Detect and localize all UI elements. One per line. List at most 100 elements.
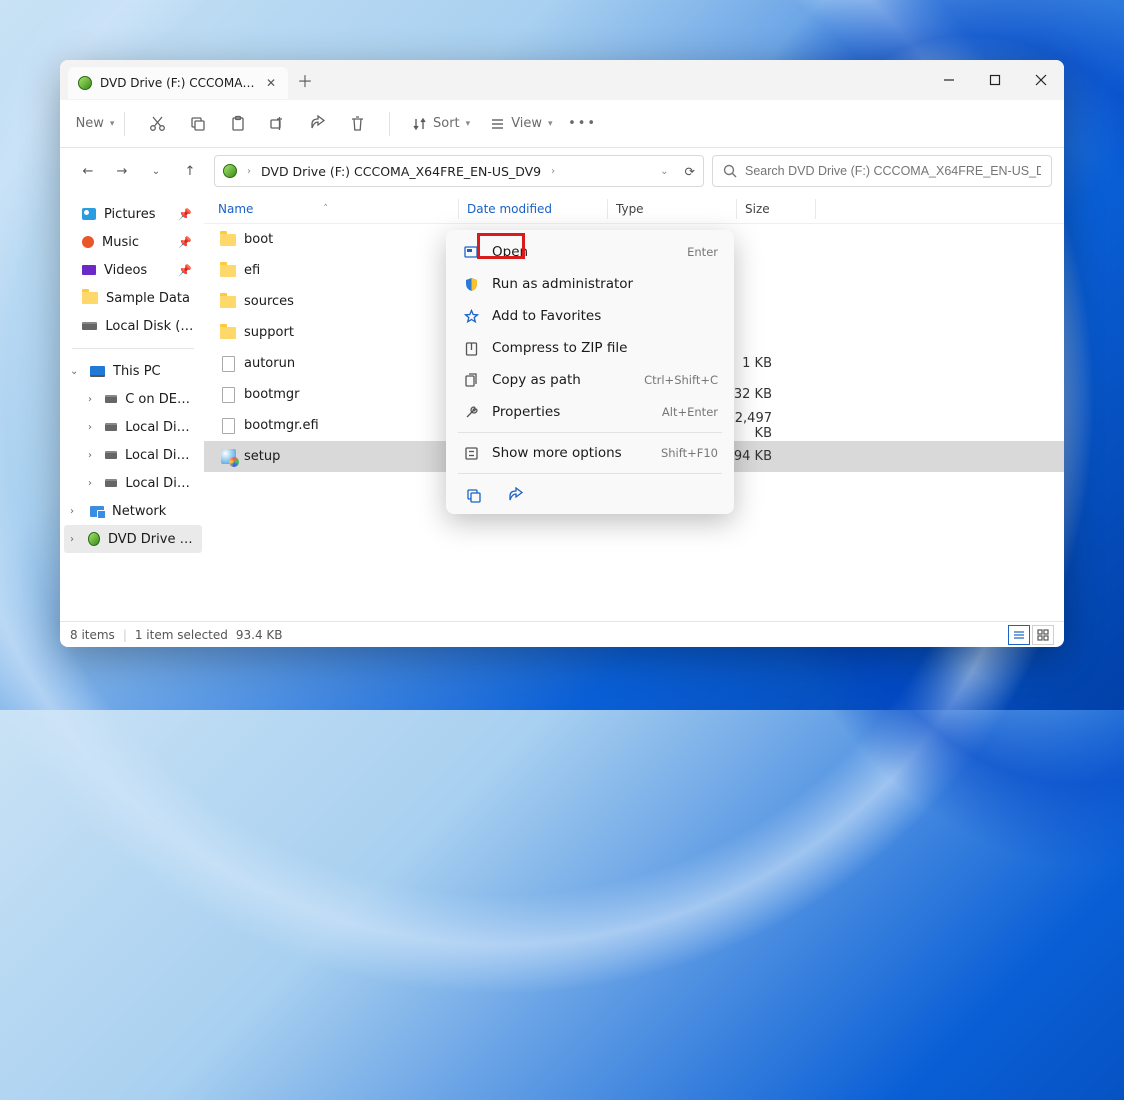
chevron-down-icon: ▾ (110, 119, 115, 129)
column-size[interactable]: Size (745, 202, 815, 216)
address-segment[interactable]: DVD Drive (F:) CCCOMA_X64FRE_EN-US_DV9 (261, 164, 541, 179)
nav-drive-e[interactable]: ›Local Disk (E:) (64, 469, 202, 497)
address-dropdown-icon[interactable]: ⌄ (660, 166, 668, 177)
share-icon (309, 115, 326, 132)
ctx-favorites[interactable]: Add to Favorites (452, 300, 728, 332)
tab-title: DVD Drive (F:) CCCOMA_X64F (100, 76, 256, 90)
close-tab-icon[interactable]: ✕ (264, 76, 278, 90)
new-tab-button[interactable]: ＋ (288, 68, 322, 92)
refresh-button[interactable]: ⟳ (685, 164, 695, 179)
ctx-compress[interactable]: Compress to ZIP file (452, 332, 728, 364)
nav-item-pictures[interactable]: Pictures📌 (64, 200, 202, 228)
file-name: support (238, 325, 456, 340)
status-size: 93.4 KB (236, 628, 283, 642)
shield-icon (462, 277, 480, 292)
open-icon (462, 244, 480, 260)
sort-icon (412, 116, 427, 131)
ctx-props-label: Properties (492, 404, 650, 420)
paste-button[interactable] (219, 106, 255, 142)
disc-icon (88, 532, 100, 546)
ctx-copy-button[interactable] (462, 484, 484, 506)
file-icon (218, 356, 238, 372)
nav-item-dvd[interactable]: ›DVD Drive (F:) C (64, 525, 202, 553)
network-icon (90, 506, 104, 517)
thumbnails-view-button[interactable] (1032, 625, 1054, 645)
separator (124, 112, 125, 136)
ctx-zip-label: Compress to ZIP file (492, 340, 718, 356)
nav-item-thispc[interactable]: ⌄This PC (64, 357, 202, 385)
file-name: efi (238, 263, 456, 278)
ctx-copy-path[interactable]: Copy as path Ctrl+Shift+C (452, 364, 728, 396)
nav-drive-c-desktop[interactable]: ›C on DESKTOP (64, 385, 202, 413)
details-view-button[interactable] (1008, 625, 1030, 645)
rename-icon (269, 115, 286, 132)
chevron-right-icon[interactable]: › (88, 422, 97, 433)
minimize-button[interactable] (926, 60, 972, 100)
cut-button[interactable] (139, 106, 175, 142)
rename-button[interactable] (259, 106, 295, 142)
file-icon (218, 418, 238, 434)
nav-item-music[interactable]: Music📌 (64, 228, 202, 256)
nav-arrows: ← → ⌄ ↑ (72, 155, 206, 187)
maximize-button[interactable] (972, 60, 1018, 100)
ctx-open[interactable]: Open Enter (452, 236, 728, 268)
chevron-right-icon[interactable]: › (70, 534, 80, 545)
ctx-share-button[interactable] (504, 484, 526, 506)
star-icon (462, 309, 480, 324)
ctx-props-accel: Alt+Enter (662, 405, 718, 419)
recent-button[interactable]: ⌄ (140, 155, 172, 187)
close-window-button[interactable] (1018, 60, 1064, 100)
chevron-right-icon[interactable]: › (88, 394, 97, 405)
chevron-right-icon[interactable]: › (88, 478, 97, 489)
file-name: boot (238, 232, 456, 247)
chevron-down-icon: ▾ (466, 119, 471, 129)
nav-item-network[interactable]: ›Network (64, 497, 202, 525)
address-bar[interactable]: › DVD Drive (F:) CCCOMA_X64FRE_EN-US_DV9… (214, 155, 704, 187)
share-button[interactable] (299, 106, 335, 142)
paste-icon (229, 115, 246, 132)
column-type[interactable]: Type (616, 202, 736, 216)
ctx-properties[interactable]: Properties Alt+Enter (452, 396, 728, 428)
search-input[interactable] (745, 164, 1041, 178)
columns-header: Name˄ Date modified Type Size (204, 194, 1064, 224)
search-icon (723, 164, 737, 178)
tab-current[interactable]: DVD Drive (F:) CCCOMA_X64F ✕ (68, 67, 288, 99)
delete-button[interactable] (339, 106, 375, 142)
folder-icon (218, 234, 238, 246)
more-button[interactable]: ••• (565, 106, 601, 142)
up-button[interactable]: ↑ (174, 155, 206, 187)
sort-button[interactable]: Sort ▾ (404, 106, 478, 142)
ctx-run-admin[interactable]: Run as administrator (452, 268, 728, 300)
file-name: bootmgr.efi (238, 418, 456, 433)
new-label: New (76, 116, 104, 131)
nav-drive-c[interactable]: ›Local Disk (C:) (64, 413, 202, 441)
view-button[interactable]: View ▾ (482, 106, 560, 142)
chevron-down-icon[interactable]: ⌄ (70, 366, 82, 377)
wrench-icon (462, 405, 480, 420)
ctx-show-more[interactable]: Show more options Shift+F10 (452, 437, 728, 469)
setup-icon (218, 449, 238, 464)
ctx-copypath-accel: Ctrl+Shift+C (644, 373, 718, 387)
column-date[interactable]: Date modified (467, 202, 607, 216)
chevron-right-icon[interactable]: › (70, 506, 82, 517)
ctx-action-bar (452, 478, 728, 508)
disc-icon (223, 164, 237, 178)
nav-item-videos[interactable]: Videos📌 (64, 256, 202, 284)
search-box[interactable] (712, 155, 1052, 187)
copy-button[interactable] (179, 106, 215, 142)
separator (458, 473, 722, 474)
chevron-right-icon[interactable]: › (88, 450, 97, 461)
pin-icon: 📌 (178, 264, 196, 277)
nav-drive-d[interactable]: ›Local Disk (D:) (64, 441, 202, 469)
titlebar: DVD Drive (F:) CCCOMA_X64F ✕ ＋ (60, 60, 1064, 100)
drive-icon (105, 451, 117, 459)
new-button[interactable]: New ▾ (74, 106, 110, 142)
nav-item-localdisk-d[interactable]: Local Disk (D:) (64, 312, 202, 340)
forward-button[interactable]: → (106, 155, 138, 187)
column-name[interactable]: Name˄ (218, 202, 458, 216)
pin-icon: 📌 (178, 236, 196, 249)
nav-item-sampledata[interactable]: Sample Data (64, 284, 202, 312)
back-button[interactable]: ← (72, 155, 104, 187)
copy-icon (189, 115, 206, 132)
ctx-fav-label: Add to Favorites (492, 308, 718, 324)
